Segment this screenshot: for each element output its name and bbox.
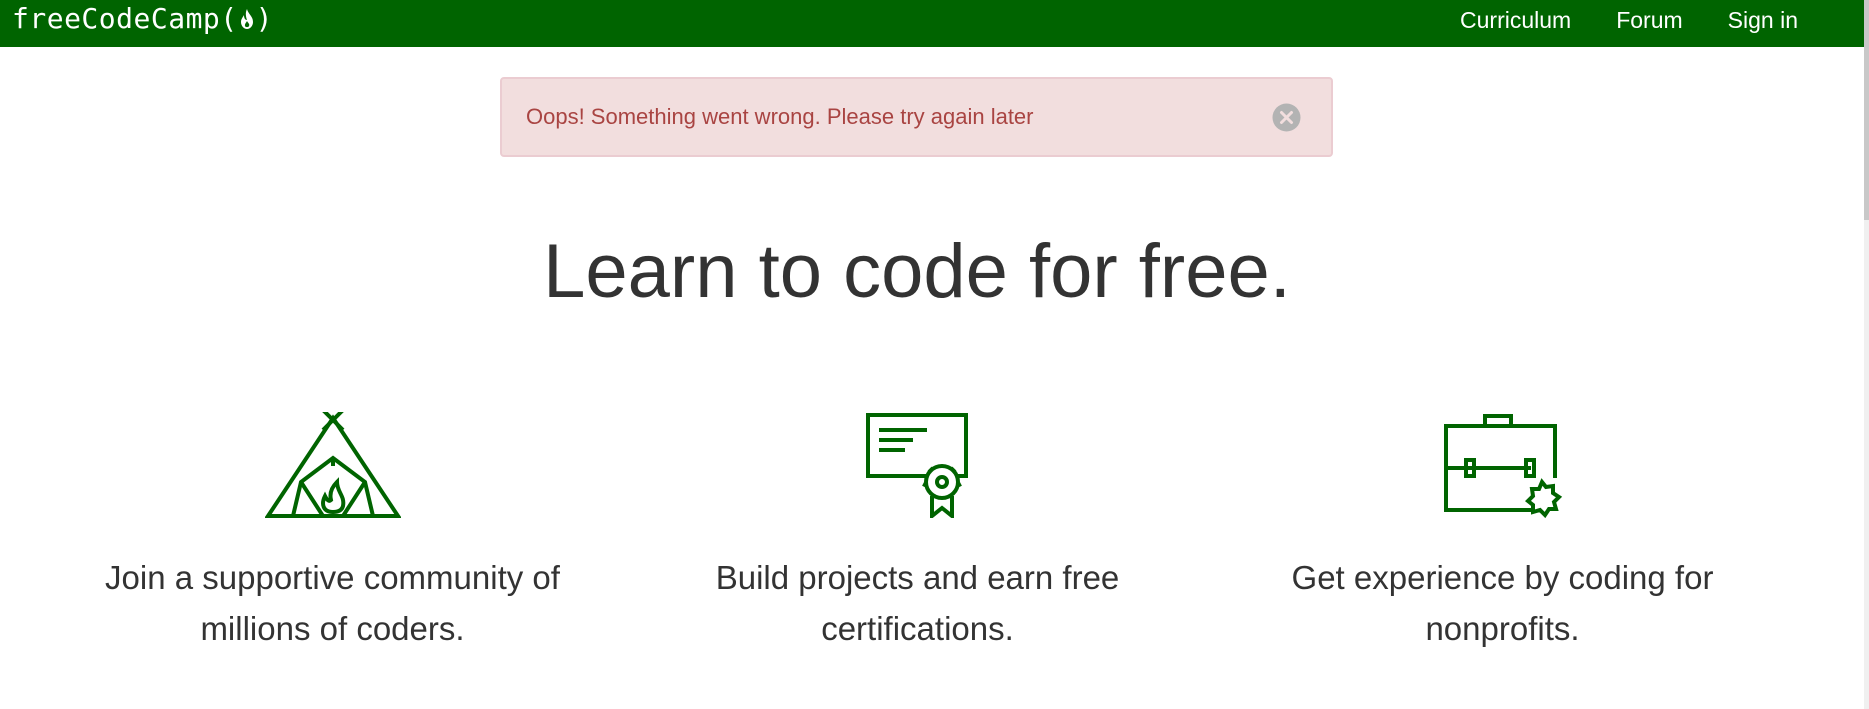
page-scrollbar[interactable] [1864, 0, 1869, 709]
close-circle-icon[interactable] [1272, 103, 1301, 132]
briefcase-icon [1225, 412, 1780, 524]
error-alert: Oops! Something went wrong. Please try a… [500, 77, 1333, 157]
nav-links: Curriculum Forum Sign in [1415, 0, 1798, 40]
page-title: Learn to code for free. [543, 229, 1291, 314]
nav-link-sign-in[interactable]: Sign in [1728, 0, 1798, 40]
feature-community: Join a supportive community of millions … [55, 412, 610, 647]
feature-text-certifications: Build projects and earn free certificati… [715, 559, 1120, 647]
feature-text-community: Join a supportive community of millions … [105, 559, 560, 647]
alert-message: Oops! Something went wrong. Please try a… [526, 104, 1034, 129]
feature-text-nonprofits: Get experience by coding for nonprofits. [1291, 559, 1714, 647]
feature-nonprofits: Get experience by coding for nonprofits. [1225, 412, 1780, 647]
feature-certifications: Build projects and earn free certificati… [640, 412, 1195, 647]
scrollbar-thumb[interactable] [1864, 0, 1869, 220]
brand-logo[interactable]: freeCodeCamp( ) [12, 0, 273, 40]
campfire-tent-icon [55, 412, 610, 518]
brand-text: freeCodeCamp( [12, 2, 238, 35]
navbar: freeCodeCamp( ) Curriculum Forum Sign in [0, 0, 1864, 47]
certificate-icon [640, 412, 1195, 518]
brand-text-end: ) [255, 2, 274, 35]
nav-link-forum[interactable]: Forum [1616, 0, 1682, 40]
nav-link-curriculum[interactable]: Curriculum [1460, 0, 1571, 40]
flame-icon [238, 3, 256, 41]
